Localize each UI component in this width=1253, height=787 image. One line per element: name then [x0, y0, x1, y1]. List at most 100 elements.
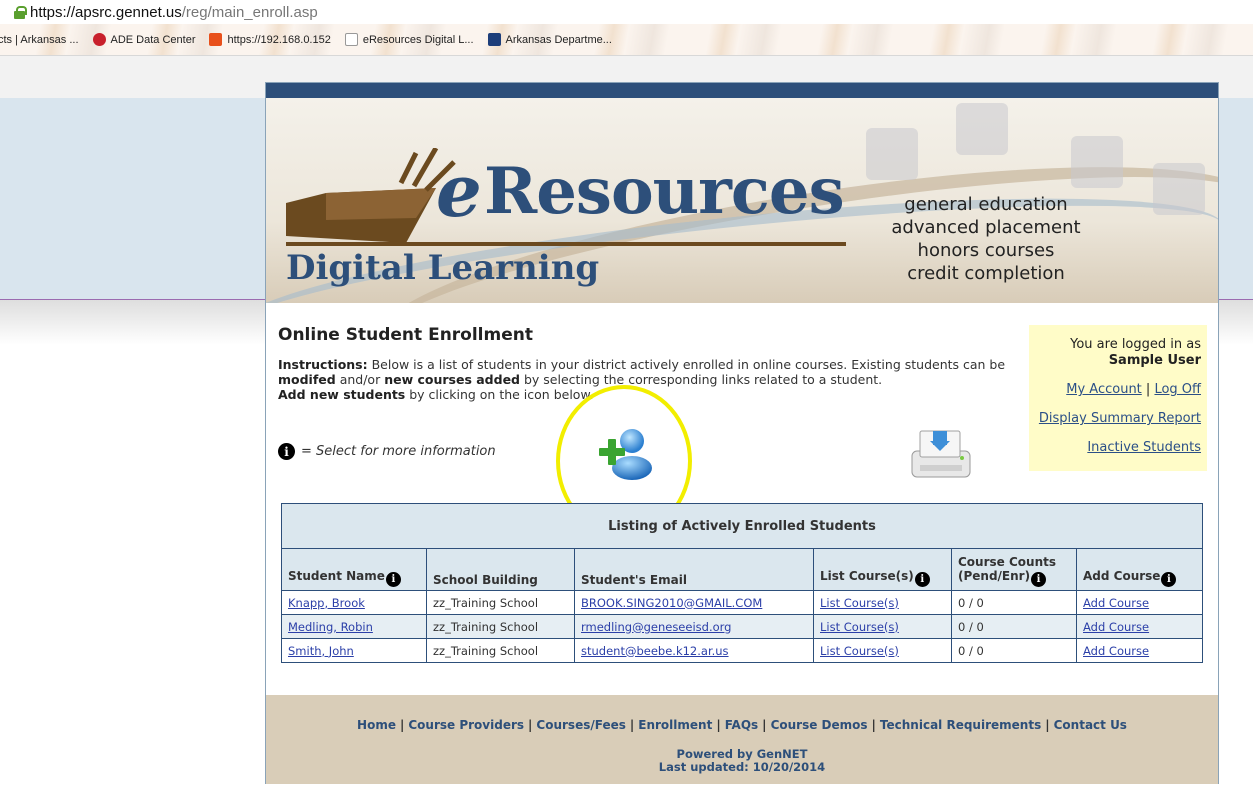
- school-cell: zz_Training School: [426, 614, 575, 639]
- logo-resources: Resources: [484, 154, 845, 229]
- page-title: Online Student Enrollment: [278, 325, 533, 345]
- table-row: Knapp, Brook zz_Training School BROOK.SI…: [281, 590, 1203, 615]
- last-updated-text: Last updated: 10/20/2014: [658, 760, 826, 774]
- magnifier-icon: [866, 128, 918, 180]
- bookmark-arkansas-1[interactable]: cts | Arkansas ...: [0, 34, 79, 46]
- bookmark-label: cts | Arkansas ...: [0, 33, 79, 46]
- info-icon[interactable]: i: [1031, 572, 1047, 587]
- instructions-part: and/or: [335, 372, 385, 387]
- footer-separator: |: [399, 718, 405, 732]
- address-bar[interactable]: https://apsrc.gennet.us/reg/main_enroll.…: [0, 0, 1253, 24]
- list-courses-link[interactable]: List Course(s): [820, 620, 899, 634]
- speaker-icon: [1071, 136, 1123, 188]
- student-email-link[interactable]: rmedling@geneseeisd.org: [581, 620, 731, 634]
- open-book-icon: [956, 103, 1008, 155]
- course-counts-cell: 0 / 0: [951, 638, 1077, 663]
- arkansas-icon: [487, 33, 501, 46]
- tagline-line: honors courses: [917, 240, 1055, 261]
- url-path: /reg/main_enroll.asp: [181, 3, 318, 21]
- column-header-email: Student's Email: [574, 548, 814, 591]
- instructions-bold: modifed: [278, 372, 336, 387]
- footer: Home | Course Providers | Courses/Fees | Enrol…: [266, 695, 1218, 784]
- bookmark-label: ADE Data Center: [110, 33, 196, 46]
- column-header-list-courses: List Course(s) i: [813, 548, 952, 591]
- add-course-link[interactable]: Add Course: [1083, 620, 1149, 634]
- log-off-link[interactable]: Log Off: [1154, 382, 1201, 397]
- footer-link-technical-requirements[interactable]: Technical Requirements: [880, 718, 1041, 732]
- bookmarks-bar: cts | Arkansas ... ADE Data Center https…: [0, 24, 1253, 56]
- footer-link-course-providers[interactable]: Course Providers: [408, 718, 524, 732]
- page-icon: [344, 33, 358, 46]
- top-bar: [266, 83, 1218, 98]
- logo-underline: [286, 242, 846, 246]
- footer-link-home[interactable]: Home: [357, 718, 396, 732]
- student-name-link[interactable]: Smith, John: [288, 644, 354, 658]
- info-icon[interactable]: i: [385, 572, 401, 587]
- footer-separator: |: [716, 718, 721, 732]
- info-icon: i: [278, 443, 295, 460]
- column-header-course-counts: Course Counts (Pend/Enr) i: [951, 548, 1077, 591]
- footer-link-contact-us[interactable]: Contact Us: [1054, 718, 1127, 732]
- list-courses-link[interactable]: List Course(s): [820, 644, 899, 658]
- footer-separator: |: [528, 718, 533, 732]
- printer-icon[interactable]: [908, 425, 974, 483]
- student-name-link[interactable]: Knapp, Brook: [288, 596, 365, 610]
- students-table: Listing of Actively Enrolled Students St…: [281, 503, 1203, 663]
- footer-link-faqs[interactable]: FAQs: [725, 718, 758, 732]
- instructions-part: Below is a list of students in your dist…: [367, 357, 1006, 372]
- add-course-link[interactable]: Add Course: [1083, 644, 1149, 658]
- table-row: Medling, Robin zz_Training School rmedli…: [281, 614, 1203, 639]
- info-icon[interactable]: i: [914, 572, 930, 587]
- ade-icon: [92, 33, 106, 46]
- instructions-part: by clicking on the icon below.: [405, 387, 594, 402]
- bookmark-ip-address[interactable]: https://192.168.0.152: [209, 33, 331, 46]
- footer-link-enrollment[interactable]: Enrollment: [638, 718, 712, 732]
- inactive-students-link[interactable]: Inactive Students: [1087, 440, 1201, 455]
- tagline-line: general education: [904, 194, 1068, 215]
- footer-powered: Powered by GenNET Last updated: 10/20/20…: [266, 748, 1218, 774]
- logo-digital-learning: Digital Learning: [286, 248, 600, 288]
- footer-link-courses-fees[interactable]: Courses/Fees: [536, 718, 625, 732]
- logo-e: e: [436, 148, 482, 233]
- column-header-label: List Course(s): [820, 569, 914, 583]
- list-courses-link[interactable]: List Course(s): [820, 596, 899, 610]
- info-legend: i = Select for more information: [278, 443, 496, 460]
- footer-separator: |: [871, 718, 876, 732]
- table-caption: Listing of Actively Enrolled Students: [281, 503, 1203, 549]
- main-container: e Resources Digital Learning general edu…: [265, 82, 1219, 784]
- footer-separator: |: [1045, 718, 1050, 732]
- logged-in-as-text: You are logged in as: [1070, 337, 1201, 352]
- bookmark-eresources[interactable]: eResources Digital L...: [344, 33, 474, 46]
- url-host: https://apsrc.gennet.us: [30, 3, 182, 21]
- login-panel: You are logged in as Sample User My Acco…: [1029, 325, 1207, 471]
- instructions-label: Instructions:: [278, 357, 368, 372]
- summary-report-link[interactable]: Display Summary Report: [1039, 411, 1201, 426]
- footer-nav: Home | Course Providers | Courses/Fees | Enrol…: [266, 718, 1218, 732]
- student-email-link[interactable]: student@beebe.k12.ar.us: [581, 644, 729, 658]
- student-name-link[interactable]: Medling, Robin: [288, 620, 373, 634]
- user-name: Sample User: [1108, 353, 1201, 368]
- add-course-link[interactable]: Add Course: [1083, 596, 1149, 610]
- column-header-student-name: Student Name i: [281, 548, 427, 591]
- footer-separator: |: [629, 718, 635, 732]
- download-icon: [1153, 163, 1205, 215]
- my-account-link[interactable]: My Account: [1066, 382, 1142, 397]
- lock-icon: [14, 6, 27, 19]
- instructions-part: by selecting the corresponding links rel…: [520, 372, 883, 387]
- table-row: Smith, John zz_Training School student@b…: [281, 638, 1203, 663]
- course-counts-cell: 0 / 0: [951, 590, 1077, 615]
- bookmark-label: Arkansas Departme...: [505, 33, 612, 46]
- students-table-wrap: Listing of Actively Enrolled Students St…: [281, 503, 1203, 663]
- info-legend-text: = Select for more information: [301, 444, 496, 459]
- bookmark-ade-data-center[interactable]: ADE Data Center: [92, 33, 196, 46]
- content-area: Online Student Enrollment Instructions: …: [266, 303, 1218, 695]
- info-icon[interactable]: i: [1161, 572, 1177, 587]
- course-counts-cell: 0 / 0: [951, 614, 1077, 639]
- bookmark-arkansas-department[interactable]: Arkansas Departme...: [487, 33, 612, 46]
- instructions-bold: new courses added: [384, 372, 520, 387]
- column-header-school: School Building: [426, 548, 575, 591]
- footer-link-course-demos[interactable]: Course Demos: [771, 718, 868, 732]
- school-cell: zz_Training School: [426, 638, 575, 663]
- student-email-link[interactable]: BROOK.SING2010@GMAIL.COM: [581, 596, 762, 610]
- account-links: My Account | Log Off: [1035, 382, 1201, 398]
